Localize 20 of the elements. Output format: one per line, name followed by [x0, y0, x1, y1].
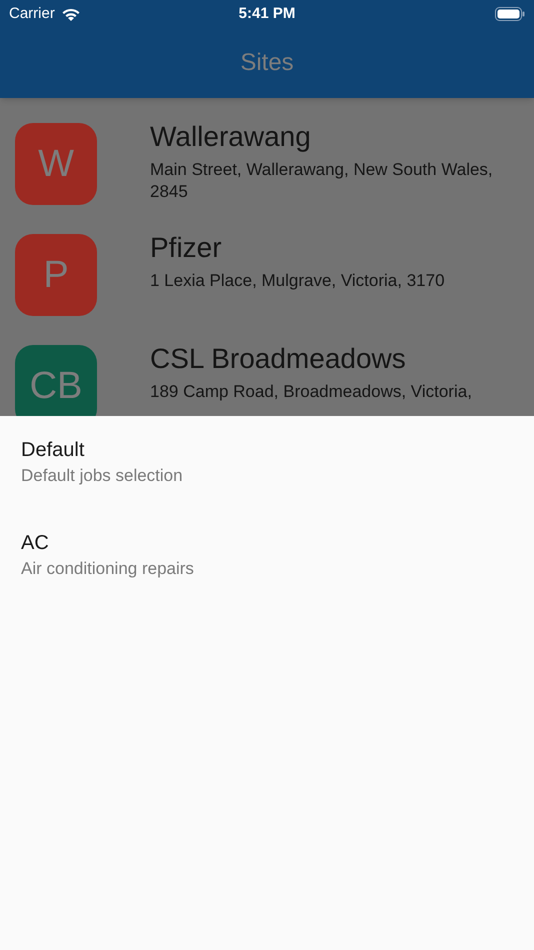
site-address: 1 Lexia Place, Mulgrave, Victoria, 3170 — [150, 270, 445, 292]
page-title: Sites — [240, 48, 294, 78]
option-title: Default — [21, 438, 86, 463]
avatar-initials: CB — [30, 364, 82, 408]
sheet-option[interactable]: Default Default jobs selection — [0, 436, 534, 529]
carrier-label: Carrier — [9, 4, 55, 24]
site-name: Pfizer — [150, 231, 223, 265]
option-title: AC — [21, 531, 50, 556]
avatar-initials: W — [38, 142, 74, 186]
site-name: Wallerawang — [150, 120, 312, 154]
wifi-icon — [60, 6, 81, 22]
option-subtitle: Default jobs selection — [21, 465, 184, 487]
site-name: CSL Broadmeadows — [150, 342, 407, 376]
battery-icon — [494, 7, 525, 21]
avatar-initials: P — [43, 252, 69, 298]
time-label: 5:41 PM — [238, 4, 296, 24]
site-address: 189 Camp Road, Broadmeadows, Victoria, — [150, 381, 472, 403]
sheet-option[interactable]: AC Air conditioning repairs — [0, 529, 534, 622]
site-address: Main Street, Wallerawang, New South Wales, 2845 — [150, 159, 494, 203]
option-subtitle: Air conditioning repairs — [21, 558, 195, 580]
